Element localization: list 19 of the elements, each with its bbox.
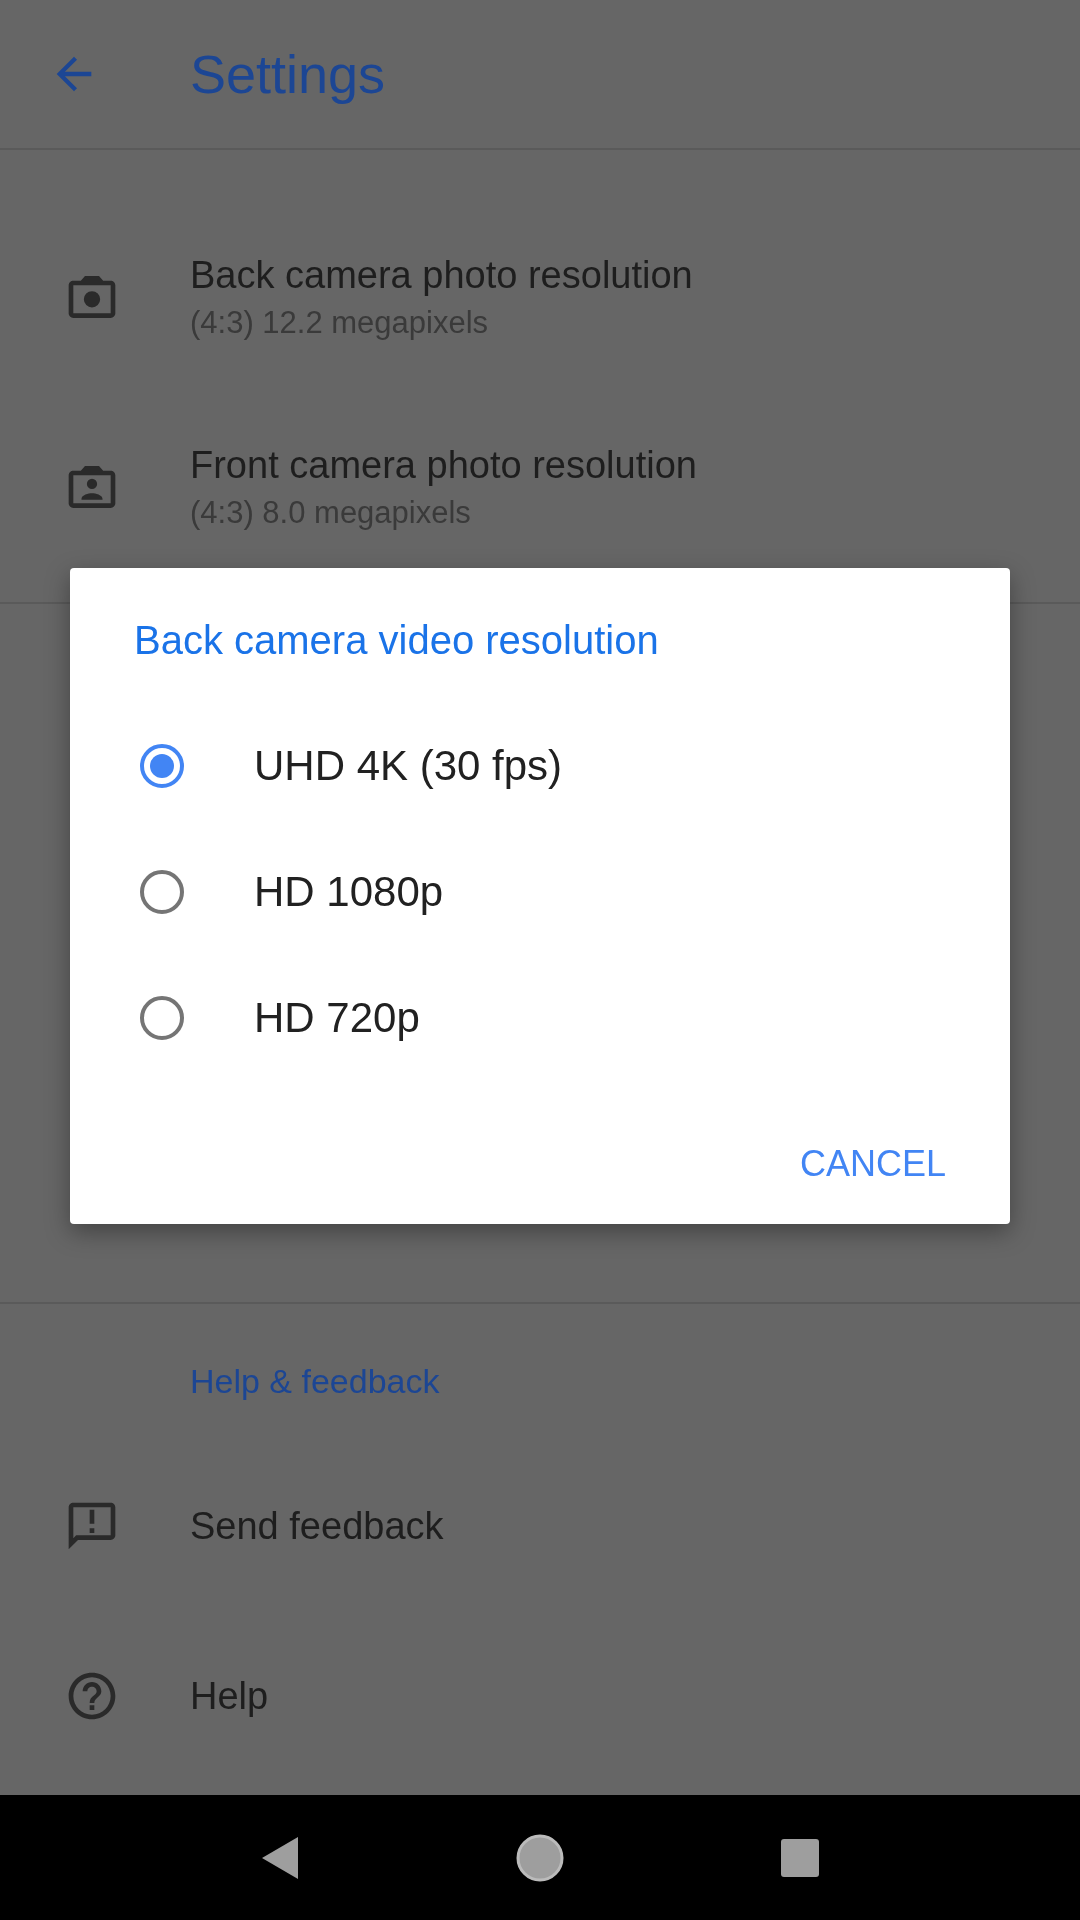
settings-item[interactable]: Send feedback (0, 1441, 1080, 1611)
cancel-button[interactable]: CANCEL (775, 1131, 970, 1197)
option-label: HD 720p (254, 994, 420, 1042)
section-header: Help & feedback (190, 1361, 441, 1402)
item-title: Back camera photo resolution (190, 253, 693, 297)
triangle-icon (260, 1834, 300, 1881)
radio-button[interactable] (140, 996, 184, 1040)
radio-button[interactable] (140, 870, 184, 914)
radio-button[interactable] (140, 744, 184, 788)
page-title: Settings (190, 43, 386, 105)
item-title: Front camera photo resolution (190, 443, 697, 487)
option-label: HD 1080p (254, 868, 444, 916)
circle-icon (516, 1833, 564, 1882)
settings-item[interactable]: Help (0, 1611, 1080, 1781)
option-label: UHD 4K (30 fps) (254, 742, 563, 790)
item-title: Send feedback (190, 1504, 444, 1548)
square-icon (780, 1837, 820, 1878)
item-title: Help (190, 1674, 269, 1718)
dialog-title: Back camera video resolution (134, 618, 660, 663)
